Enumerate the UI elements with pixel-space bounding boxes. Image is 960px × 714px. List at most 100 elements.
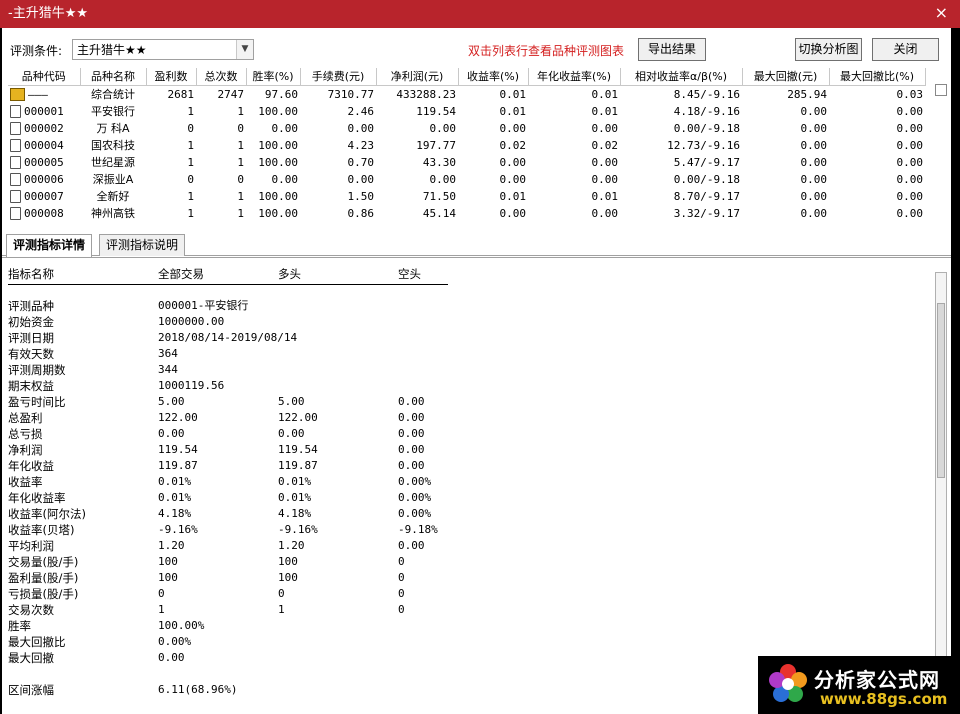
- cell-code-text: 000007: [24, 189, 64, 203]
- condition-select[interactable]: 主升猎牛★★ ▼: [72, 39, 254, 60]
- detail-long: 0.00: [278, 427, 305, 440]
- window-title: -主升猎牛★★: [8, 6, 88, 21]
- export-button[interactable]: 导出结果: [638, 38, 706, 61]
- main-window: -主升猎牛★★ × 评测条件: 主升猎牛★★ ▼ 双击列表行查看品种评测图表 导…: [0, 0, 960, 714]
- table-row[interactable]: 000005 世纪星源 1 1 100.00 0.70 43.30 0.00 0.00 5.47/…: [8, 154, 925, 171]
- cell-10: 0.00: [800, 172, 828, 186]
- cell-code: 000002: [8, 120, 80, 137]
- col-fee[interactable]: 手续费(元): [300, 68, 377, 86]
- cell-4: 0.00: [271, 172, 299, 186]
- cell-3: 1: [237, 155, 244, 169]
- detail-all: 0.00: [158, 651, 185, 664]
- col-profit[interactable]: 净利润(元): [376, 68, 459, 86]
- cell-1: 综合统计: [91, 87, 135, 101]
- cell-code: 000004: [8, 137, 80, 154]
- detail-scrollbar[interactable]: [935, 272, 947, 704]
- detail-label: 区间涨幅: [8, 683, 54, 697]
- cell-11: 0.00: [896, 206, 924, 220]
- detail-short: 0: [398, 571, 405, 584]
- cell-9: 12.73/-9.16: [667, 138, 740, 152]
- cell-2: 1: [187, 189, 194, 203]
- detail-label: 总亏损: [8, 427, 43, 441]
- cell-6: 119.54: [416, 104, 456, 118]
- cell-10: 0.00: [800, 155, 828, 169]
- detail-short: 0: [398, 603, 405, 616]
- cell-3: 1: [237, 104, 244, 118]
- table-row[interactable]: 000002 万 科A 0 0 0.00 0.00 0.00 0.00 0.00 0.00/-9.…: [8, 120, 925, 137]
- col-max-drawdown-ratio[interactable]: 最大回撤比(%): [829, 68, 926, 86]
- cell-2: 1: [187, 138, 194, 152]
- cell-5: 0.00: [347, 172, 375, 186]
- detail-long: 119.54: [278, 443, 318, 456]
- cell-4: 100.00: [258, 155, 298, 169]
- chevron-down-icon[interactable]: ▼: [236, 40, 253, 59]
- detail-all: 000001-平安银行: [158, 299, 249, 312]
- scrollbar-thumb[interactable]: [937, 303, 945, 478]
- cell-9: 8.45/-9.16: [673, 87, 740, 101]
- cell-code: 000007: [8, 188, 80, 205]
- toolbar: 评测条件: 主升猎牛★★ ▼ 双击列表行查看品种评测图表 导出结果 切换分析图 …: [2, 28, 951, 68]
- switch-chart-button[interactable]: 切换分析图: [795, 38, 862, 61]
- tab-indicator-details[interactable]: 评测指标详情: [6, 234, 93, 257]
- detail-label: 总盈利: [8, 411, 43, 425]
- detail-long: -9.16%: [278, 523, 318, 536]
- detail-short: 0.00%: [398, 507, 432, 520]
- col-max-drawdown[interactable]: 最大回撤(元): [742, 68, 830, 86]
- table-row[interactable]: 000004 国农科技 1 1 100.00 4.23 197.77 0.02 0.02 12.7…: [8, 137, 925, 154]
- cell-2: 0: [187, 172, 194, 186]
- col-winrate[interactable]: 胜率(%): [246, 68, 301, 86]
- summary-row[interactable]: ——— 综合统计 2681 2747 97.60 7310.77 433288.23 0.01…: [8, 85, 925, 103]
- file-icon: [10, 190, 21, 203]
- detail-short: 0: [398, 587, 405, 600]
- cell-6: 71.50: [422, 189, 456, 203]
- cell-2: 0: [187, 121, 194, 135]
- detail-header-short: 空头: [398, 267, 421, 281]
- tab-indicator-help[interactable]: 评测指标说明: [99, 234, 186, 256]
- grid-header-row: 品种代码 品种名称 盈利数 总次数 胜率(%) 手续费(元) 净利润(元) 收益…: [8, 68, 926, 86]
- detail-label: 净利润: [8, 443, 43, 457]
- cell-6: 433288.23: [396, 87, 456, 101]
- detail-label: 年化收益: [8, 459, 54, 473]
- col-return[interactable]: 收益率(%): [458, 68, 529, 86]
- cell-5: 4.23: [347, 138, 375, 152]
- detail-all: 100.00%: [158, 619, 205, 632]
- cell-10: 0.00: [800, 138, 828, 152]
- cell-3: 0: [237, 172, 244, 186]
- cell-code: 000006: [8, 171, 80, 188]
- cell-code: 000005: [8, 154, 80, 171]
- detail-all: 119.87: [158, 459, 198, 472]
- cell-8: 0.01: [591, 189, 619, 203]
- cell-1: 平安银行: [91, 104, 135, 118]
- grid-checkbox[interactable]: [935, 84, 947, 96]
- cell-code-text: 000006: [24, 172, 64, 186]
- col-annual-return[interactable]: 年化收益率(%): [528, 68, 621, 86]
- table-row[interactable]: 000001 平安银行 1 1 100.00 2.46 119.54 0.01 0.01 4.18…: [8, 103, 925, 120]
- detail-label: 评测品种: [8, 299, 54, 313]
- col-relative-return[interactable]: 相对收益率α/β(%): [620, 68, 743, 86]
- detail-long: 1: [278, 603, 285, 616]
- col-name[interactable]: 品种名称: [80, 68, 147, 86]
- col-total[interactable]: 总次数: [196, 68, 247, 86]
- cell-10: 0.00: [800, 206, 828, 220]
- cell-7: 0.01: [499, 87, 527, 101]
- detail-label: 最大回撤: [8, 651, 54, 665]
- cell-2: 2681: [167, 87, 195, 101]
- cell-7: 0.00: [499, 155, 527, 169]
- table-row[interactable]: 000007 全新好 1 1 100.00 1.50 71.50 0.01 0.01 8.70/-…: [8, 188, 925, 205]
- cell-4: 100.00: [258, 189, 298, 203]
- detail-label: 最大回撤比: [8, 635, 66, 649]
- results-grid: 品种代码 品种名称 盈利数 总次数 胜率(%) 手续费(元) 净利润(元) 收益…: [8, 68, 949, 252]
- detail-label: 期末权益: [8, 379, 54, 393]
- table-row[interactable]: 000008 神州高铁 1 1 100.00 0.86 45.14 0.00 0.00 3.32/…: [8, 205, 925, 222]
- detail-label: 有效天数: [8, 347, 54, 361]
- detail-all: 344: [158, 363, 178, 376]
- cell-7: 0.00: [499, 121, 527, 135]
- detail-label: 交易量(股/手): [8, 555, 79, 569]
- col-code[interactable]: 品种代码: [8, 68, 81, 86]
- cell-11: 0.00: [896, 121, 924, 135]
- cell-7: 0.01: [499, 104, 527, 118]
- close-icon[interactable]: ×: [935, 4, 948, 22]
- table-row[interactable]: 000006 深振业A 0 0 0.00 0.00 0.00 0.00 0.00 0.00/-9.…: [8, 171, 925, 188]
- col-wins[interactable]: 盈利数: [146, 68, 197, 86]
- close-button[interactable]: 关闭: [872, 38, 939, 61]
